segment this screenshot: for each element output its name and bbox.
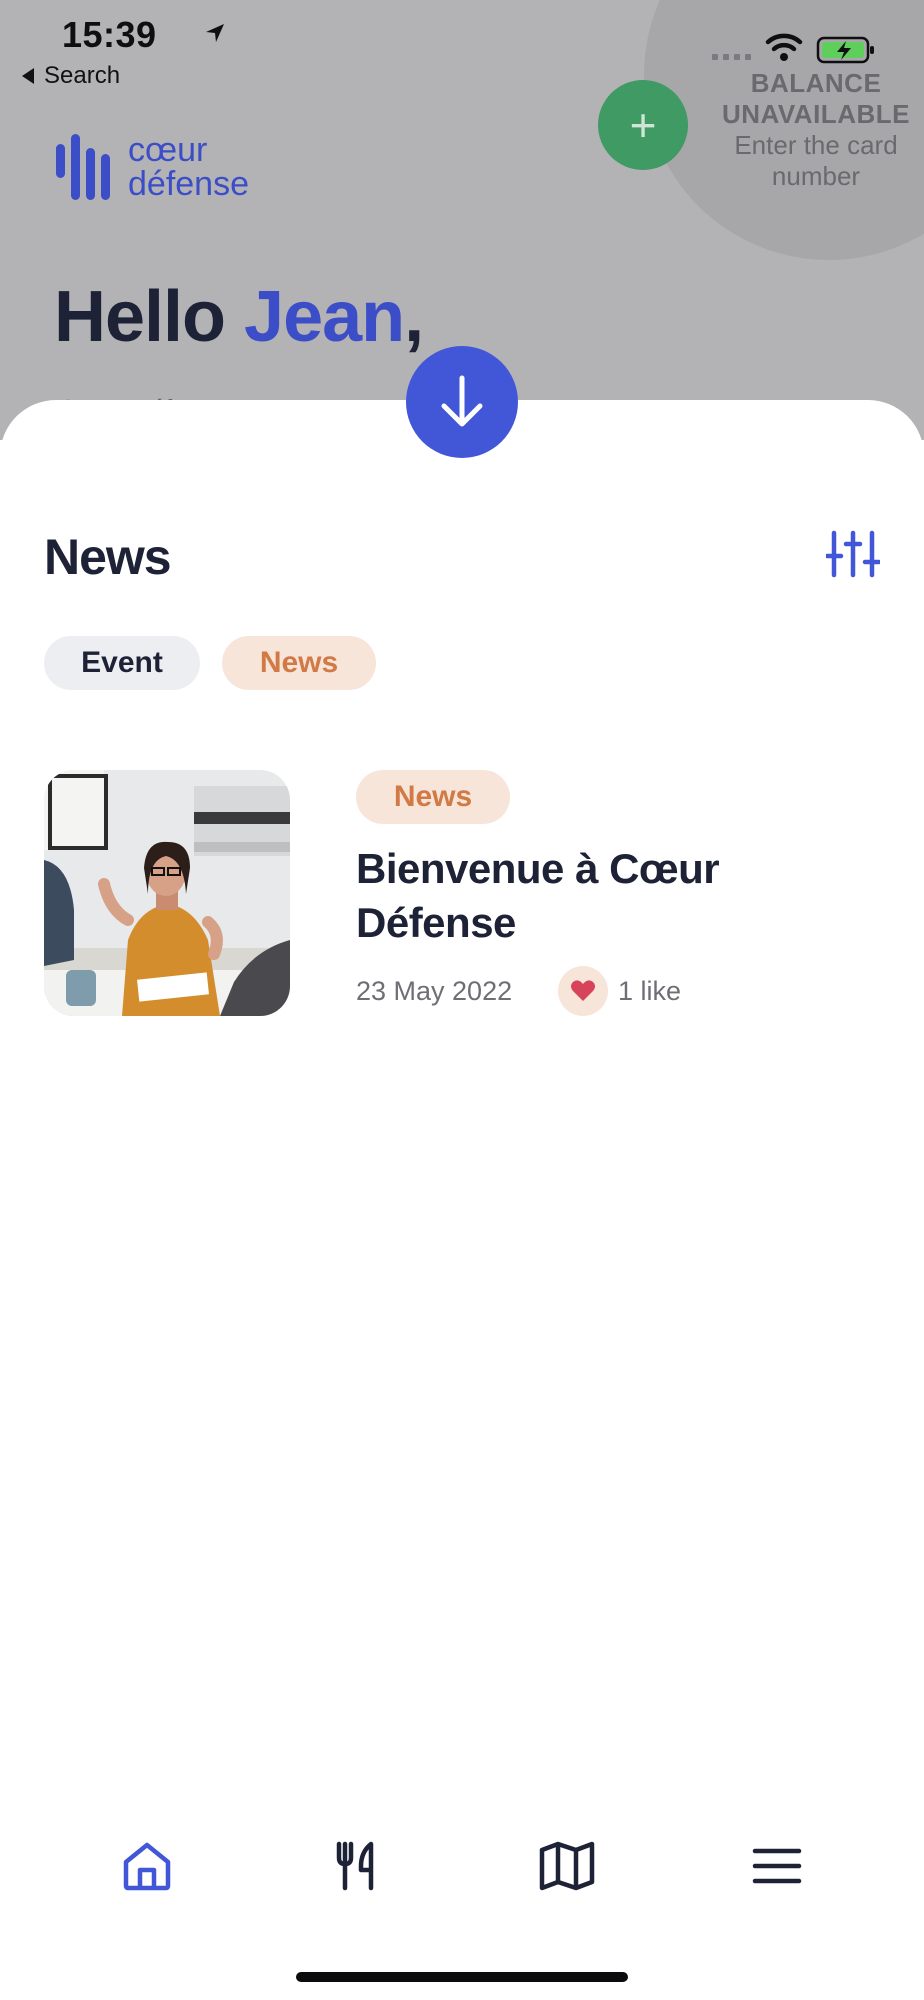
menu-icon <box>752 1848 802 1884</box>
map-icon <box>539 1841 595 1891</box>
news-item-date: 23 May 2022 <box>356 976 513 1006</box>
fork-knife-icon <box>336 1841 374 1891</box>
balance-status: BALANCE UNAVAILABLE <box>722 68 910 129</box>
news-item-title[interactable]: Bienvenue à Cœur Défense <box>356 842 776 950</box>
user-name: Jean <box>244 277 405 357</box>
arrow-down-icon <box>441 375 483 427</box>
news-thumbnail[interactable] <box>44 770 290 1016</box>
like-count: 1 like <box>618 976 682 1006</box>
add-card-button[interactable]: + <box>598 80 688 170</box>
status-time: 15:39 <box>62 14 157 55</box>
collapse-sheet-button[interactable] <box>406 346 518 458</box>
tab-map[interactable] <box>537 1836 597 1896</box>
meeting-photo-image <box>44 770 290 1016</box>
greeting-text: Hello <box>54 277 245 357</box>
back-triangle-icon <box>22 68 34 84</box>
plus-icon: + <box>629 99 657 151</box>
heart-icon <box>571 980 595 1001</box>
location-arrow-icon <box>206 24 224 42</box>
back-to-search[interactable]: Search <box>22 62 120 90</box>
greeting: Hello Jean, <box>54 276 424 358</box>
logo-text-line2: défense <box>128 165 249 203</box>
wifi-icon <box>765 33 803 61</box>
logo-text-line1: cœur <box>128 131 208 169</box>
logo-bars-icon <box>56 134 110 200</box>
like-button[interactable] <box>558 966 608 1016</box>
coeur-defense-logo: cœur défense <box>54 132 249 202</box>
cellular-signal-icon <box>712 54 751 60</box>
battery-charging-icon <box>816 36 874 64</box>
news-category-badge: News <box>356 770 510 824</box>
filter-chip-event[interactable]: Event <box>44 636 200 690</box>
filter-chip-news[interactable]: News <box>222 636 376 690</box>
tab-restaurant[interactable] <box>327 1836 387 1896</box>
home-icon <box>123 1842 171 1891</box>
sliders-filter-icon[interactable] <box>826 530 880 578</box>
home-indicator[interactable] <box>296 1972 628 1982</box>
tab-menu[interactable] <box>747 1836 807 1896</box>
tab-home[interactable] <box>117 1836 177 1896</box>
balance-hint: Enter the card number <box>734 130 898 191</box>
greeting-comma: , <box>404 277 424 357</box>
back-label: Search <box>44 62 121 89</box>
news-heading: News <box>44 529 172 585</box>
